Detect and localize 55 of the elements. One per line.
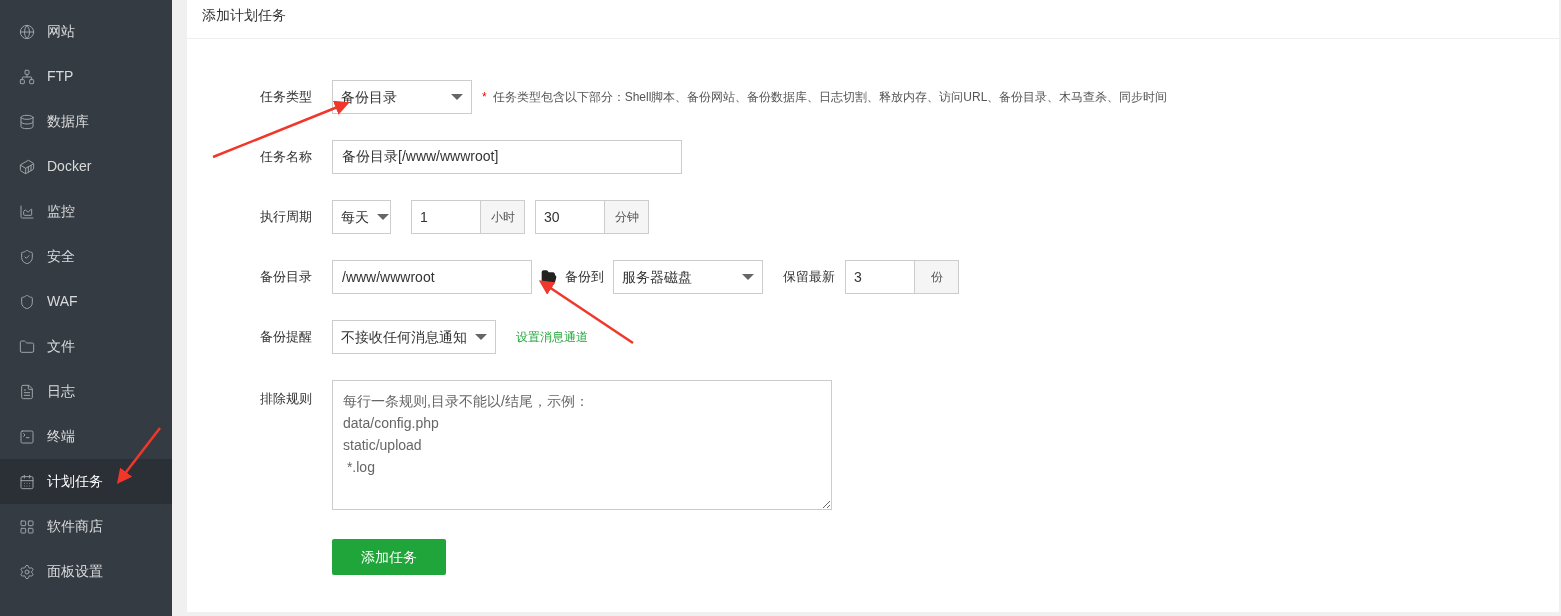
- number-field[interactable]: 30: [535, 200, 605, 234]
- chart-icon: [19, 203, 35, 220]
- caret-icon: [377, 214, 389, 220]
- sidebar-item[interactable]: WAF: [0, 279, 172, 324]
- network-icon: [19, 68, 35, 85]
- settings-icon: [19, 563, 35, 580]
- unit-label: 份: [915, 260, 959, 294]
- unit-label: 小时: [481, 200, 525, 234]
- sidebar-item[interactable]: 网站: [0, 9, 172, 54]
- database-icon: [19, 113, 35, 130]
- field-label: 排除规则: [260, 390, 313, 408]
- field-label: 任务名称: [260, 148, 313, 167]
- sidebar-item[interactable]: 软件商店: [0, 504, 172, 549]
- field-label: 备份目录: [260, 268, 313, 287]
- container-icon: [19, 158, 35, 175]
- hint-text: 任务类型包含以下部分：Shell脚本、备份网站、备份数据库、日志切割、释放内存、访问URL、备份目录、木马查杀、同步时间: [492, 89, 1168, 106]
- sidebar-item[interactable]: FTP: [0, 54, 172, 99]
- exclude-rules-field[interactable]: 每行一条规则,目录不能以/结尾，示例： data/config.php static/upload *.log: [332, 380, 832, 510]
- sidebar-item[interactable]: Docker: [0, 144, 172, 189]
- sidebar-item[interactable]: 计划任务: [0, 459, 172, 504]
- sidebar-item[interactable]: 数据库: [0, 99, 172, 144]
- caret-icon: [475, 334, 487, 340]
- field-label: 备份到: [565, 268, 604, 287]
- calendar-icon: [19, 473, 35, 490]
- document-icon: [19, 383, 35, 400]
- sidebar-item[interactable]: 安全: [0, 234, 172, 279]
- folder-icon[interactable]: [541, 269, 557, 285]
- caret-icon: [451, 94, 463, 100]
- sidebar-item[interactable]: 日志: [0, 369, 172, 414]
- cycle-select[interactable]: 每天: [332, 200, 391, 234]
- shield-check-icon: [19, 248, 35, 265]
- sidebar-item[interactable]: 文件: [0, 324, 172, 369]
- sidebar-item[interactable]: 终端: [0, 414, 172, 459]
- field-label: 任务类型: [260, 88, 313, 107]
- shield-icon: [19, 293, 35, 310]
- field-label: 保留最新: [783, 268, 835, 287]
- number-field[interactable]: 3: [845, 260, 915, 294]
- globe-icon: [19, 23, 35, 40]
- caret-icon: [742, 274, 754, 280]
- input-field[interactable]: 备份目录[/www/wwwroot]: [332, 140, 682, 174]
- input-field[interactable]: /www/wwwroot: [332, 260, 532, 294]
- required-mark: *: [482, 89, 487, 106]
- panel-title: 添加计划任务: [202, 5, 286, 25]
- terminal-icon: [19, 428, 35, 445]
- annotation-arrow: [116, 427, 161, 484]
- grid-icon: [19, 518, 35, 535]
- number-field[interactable]: 1: [411, 200, 481, 234]
- unit-label: 分钟: [605, 200, 649, 234]
- field-label: 执行周期: [260, 208, 313, 227]
- sidebar-item[interactable]: 监控: [0, 189, 172, 234]
- notify-select[interactable]: 不接收任何消息通知: [332, 320, 496, 354]
- field-label: 备份提醒: [260, 328, 313, 347]
- folder-icon: [19, 338, 35, 355]
- target-select[interactable]: 服务器磁盘: [613, 260, 763, 294]
- sidebar-item[interactable]: 面板设置: [0, 549, 172, 594]
